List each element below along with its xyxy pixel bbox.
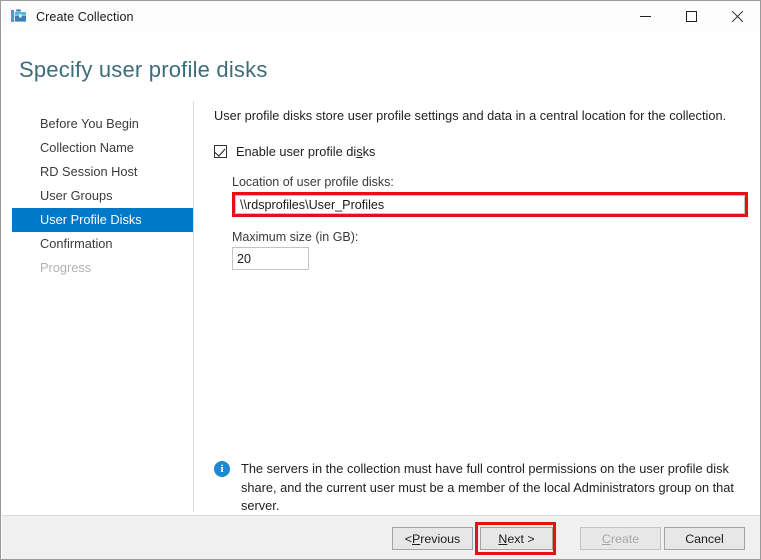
create-label-suffix: reate	[611, 532, 639, 546]
enable-label-prefix: Enable user profile di	[236, 144, 356, 159]
sidebar-item-rd-session-host[interactable]: RD Session Host	[12, 160, 193, 184]
next-label-accel: N	[498, 532, 507, 546]
location-input[interactable]	[235, 195, 745, 214]
enable-user-profile-disks-checkbox[interactable]	[214, 145, 227, 158]
enable-user-profile-disks-label: Enable user profile disks	[236, 144, 375, 159]
next-highlight-box: Next >	[475, 522, 556, 555]
sidebar-item-progress: Progress	[12, 256, 193, 280]
create-collection-window: Create Collection Specify user profile d…	[0, 0, 761, 560]
nav-divider	[193, 101, 194, 512]
next-label-suffix: ext >	[507, 532, 534, 546]
location-label: Location of user profile disks:	[232, 175, 749, 189]
info-note-text: The servers in the collection must have …	[241, 460, 750, 516]
previous-label-accel: P	[412, 532, 420, 546]
window-title: Create Collection	[36, 10, 134, 24]
maximize-icon	[686, 11, 697, 22]
info-note-line2: and the current user must be a member of…	[241, 480, 734, 514]
close-icon	[731, 10, 744, 23]
maximum-size-input[interactable]	[232, 247, 309, 270]
info-icon: i	[214, 461, 230, 477]
collection-toolbox-icon	[10, 8, 27, 25]
sidebar-item-user-groups[interactable]: User Groups	[12, 184, 193, 208]
minimize-icon	[640, 16, 651, 17]
previous-button[interactable]: < Previous	[392, 527, 473, 550]
check-icon	[214, 145, 225, 156]
enable-user-profile-disks-row[interactable]: Enable user profile disks	[214, 143, 749, 159]
location-field-group: Location of user profile disks:	[232, 175, 749, 217]
page-title: Specify user profile disks	[19, 57, 268, 83]
sidebar-item-collection-name[interactable]: Collection Name	[12, 136, 193, 160]
sidebar-item-before-you-begin[interactable]: Before You Begin	[12, 112, 193, 136]
cancel-label: Cancel	[685, 532, 724, 546]
info-note: i The servers in the collection must hav…	[214, 460, 750, 516]
minimize-button[interactable]	[622, 1, 668, 32]
sidebar-item-confirmation[interactable]: Confirmation	[12, 232, 193, 256]
footer-bar: < Previous Next > Create Cancel	[2, 516, 760, 560]
sidebar-item-user-profile-disks[interactable]: User Profile Disks	[12, 208, 193, 232]
location-highlight-box	[232, 192, 748, 217]
enable-label-suffix: ks	[363, 144, 376, 159]
window-controls	[622, 1, 760, 32]
previous-label-prefix: <	[405, 532, 412, 546]
previous-label-suffix: revious	[420, 532, 460, 546]
close-button[interactable]	[714, 1, 760, 32]
next-button[interactable]: Next >	[480, 527, 553, 550]
wizard-nav: Before You Begin Collection Name RD Sess…	[12, 112, 193, 512]
cancel-button[interactable]: Cancel	[664, 527, 745, 550]
create-label-accel: C	[602, 532, 611, 546]
title-bar: Create Collection	[1, 1, 760, 32]
maximize-button[interactable]	[668, 1, 714, 32]
maximum-size-label: Maximum size (in GB):	[232, 230, 749, 244]
maximum-size-field-group: Maximum size (in GB):	[232, 230, 749, 270]
intro-text: User profile disks store user profile se…	[214, 108, 749, 124]
main-content: User profile disks store user profile se…	[214, 108, 749, 270]
create-button: Create	[580, 527, 661, 550]
